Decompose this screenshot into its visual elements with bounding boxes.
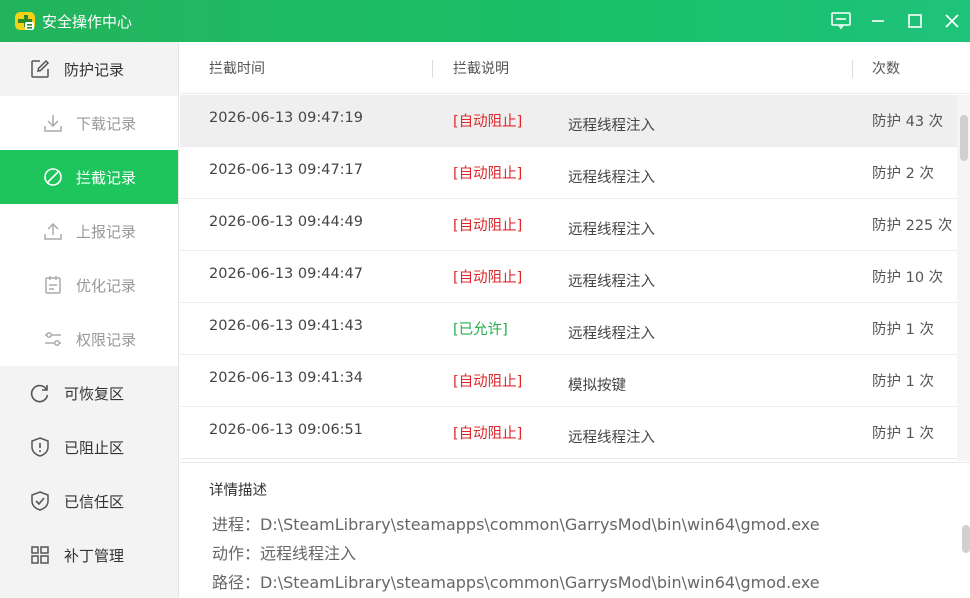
sidebar: 防护记录 下载记录 拦截记录 上报记录 优化记录 权限记录 可恢复区 已阻止区 … bbox=[0, 42, 179, 598]
row-status: [自动阻止] bbox=[453, 426, 523, 442]
row-status: [自动阻止] bbox=[453, 166, 523, 182]
window-title: 安全操作中心 bbox=[42, 12, 133, 31]
table-row[interactable]: 2026-06-13 09:47:17 [自动阻止] 远程线程注入 防护 2 次 bbox=[180, 147, 957, 199]
grid-icon bbox=[29, 544, 51, 566]
row-status: [自动阻止] bbox=[453, 374, 523, 390]
maximize-button[interactable] bbox=[896, 0, 933, 42]
sidebar-item-patches[interactable]: 补丁管理 bbox=[0, 528, 178, 582]
row-status: [已允许] bbox=[453, 322, 508, 338]
table-row[interactable]: 2026-06-13 09:47:19 [自动阻止] 远程线程注入 防护 43 … bbox=[180, 95, 957, 147]
title-bar: 安全操作中心 bbox=[0, 0, 970, 42]
row-time: 2026-06-13 09:44:47 bbox=[209, 266, 363, 282]
upload-icon bbox=[42, 220, 64, 242]
row-time: 2026-06-13 09:41:34 bbox=[209, 370, 363, 386]
detail-action: 动作：远程线程注入 bbox=[212, 544, 357, 563]
block-icon bbox=[42, 166, 64, 188]
detail-panel: 详情描述 进程：D:\SteamLibrary\steamapps\common… bbox=[180, 462, 970, 598]
sidebar-item-optimizations[interactable]: 优化记录 bbox=[0, 258, 178, 312]
list-scrollbar-thumb[interactable] bbox=[960, 115, 968, 161]
row-action: 远程线程注入 bbox=[568, 222, 655, 238]
row-count: 防护 1 次 bbox=[872, 374, 934, 390]
sidebar-item-label: 下载记录 bbox=[76, 114, 137, 133]
table-row[interactable]: 2026-06-13 09:41:43 [已允许] 远程线程注入 防护 1 次 bbox=[180, 303, 957, 355]
list-scrollbar[interactable] bbox=[957, 95, 970, 461]
column-header-desc[interactable]: 拦截说明 bbox=[453, 58, 509, 78]
detail-process: 进程：D:\SteamLibrary\steamapps\common\Garr… bbox=[212, 515, 820, 534]
row-time: 2026-06-13 09:06:51 bbox=[209, 422, 363, 438]
row-action: 模拟按键 bbox=[568, 378, 626, 394]
row-count: 防护 1 次 bbox=[872, 426, 934, 442]
sidebar-item-trusted[interactable]: 已信任区 bbox=[0, 474, 178, 528]
download-icon bbox=[42, 112, 64, 134]
intercept-list: 2026-06-13 09:47:19 [自动阻止] 远程线程注入 防护 43 … bbox=[180, 95, 957, 461]
detail-scrollbar-thumb[interactable] bbox=[962, 525, 970, 553]
column-header-time[interactable]: 拦截时间 bbox=[209, 58, 265, 78]
sidebar-item-intercepts[interactable]: 拦截记录 bbox=[0, 150, 178, 204]
close-icon bbox=[944, 14, 959, 28]
sidebar-item-downloads[interactable]: 下载记录 bbox=[0, 96, 178, 150]
sidebar-item-label: 防护记录 bbox=[64, 60, 125, 79]
row-action: 远程线程注入 bbox=[568, 326, 655, 342]
table-header: 拦截时间 拦截说明 次数 bbox=[180, 42, 970, 94]
shield-alert-icon bbox=[29, 436, 51, 458]
row-count: 防护 225 次 bbox=[872, 218, 953, 234]
row-status: [自动阻止] bbox=[453, 270, 523, 286]
row-action: 远程线程注入 bbox=[568, 274, 655, 290]
edit-icon bbox=[29, 58, 51, 80]
feedback-button[interactable] bbox=[822, 0, 859, 42]
row-time: 2026-06-13 09:47:17 bbox=[209, 162, 363, 178]
row-time: 2026-06-13 09:41:43 bbox=[209, 318, 363, 334]
minimize-button[interactable] bbox=[859, 0, 896, 42]
row-action: 远程线程注入 bbox=[568, 118, 655, 134]
sidebar-item-recoverable[interactable]: 可恢复区 bbox=[0, 366, 178, 420]
sidebar-item-permissions[interactable]: 权限记录 bbox=[0, 312, 178, 366]
column-header-count[interactable]: 次数 bbox=[872, 58, 900, 78]
sidebar-item-blocked[interactable]: 已阻止区 bbox=[0, 420, 178, 474]
sidebar-item-label: 可恢复区 bbox=[64, 384, 125, 403]
sidebar-item-label: 已信任区 bbox=[64, 492, 125, 511]
row-time: 2026-06-13 09:44:49 bbox=[209, 214, 363, 230]
app-logo-icon bbox=[14, 10, 36, 32]
sidebar-item-label: 补丁管理 bbox=[64, 546, 125, 565]
sidebar-item-protection-records[interactable]: 防护记录 bbox=[0, 42, 178, 96]
restore-icon bbox=[29, 382, 51, 404]
row-time: 2026-06-13 09:47:19 bbox=[209, 110, 363, 126]
sidebar-item-label: 上报记录 bbox=[76, 222, 137, 241]
row-action: 远程线程注入 bbox=[568, 430, 655, 446]
minimize-icon bbox=[871, 20, 884, 22]
sidebar-item-reports[interactable]: 上报记录 bbox=[0, 204, 178, 258]
sidebar-subnav: 下载记录 拦截记录 上报记录 优化记录 权限记录 bbox=[0, 96, 178, 366]
row-count: 防护 1 次 bbox=[872, 322, 934, 338]
row-count: 防护 10 次 bbox=[872, 270, 944, 286]
table-row[interactable]: 2026-06-13 09:41:34 [自动阻止] 模拟按键 防护 1 次 bbox=[180, 355, 957, 407]
sidebar-item-label: 已阻止区 bbox=[64, 438, 125, 457]
maximize-icon bbox=[907, 14, 922, 28]
table-row[interactable]: 2026-06-13 09:06:51 [自动阻止] 远程线程注入 防护 1 次 bbox=[180, 407, 957, 459]
detail-path: 路径：D:\SteamLibrary\steamapps\common\Garr… bbox=[212, 573, 820, 592]
table-row[interactable]: 2026-06-13 09:44:49 [自动阻止] 远程线程注入 防护 225… bbox=[180, 199, 957, 251]
row-action: 远程线程注入 bbox=[568, 170, 655, 186]
column-divider[interactable] bbox=[432, 60, 433, 78]
feedback-icon bbox=[830, 12, 851, 30]
sidebar-item-label: 权限记录 bbox=[76, 330, 137, 349]
shield-check-icon bbox=[29, 490, 51, 512]
table-row[interactable]: 2026-06-13 09:44:47 [自动阻止] 远程线程注入 防护 10 … bbox=[180, 251, 957, 303]
calendar-icon bbox=[42, 274, 64, 296]
row-count: 防护 43 次 bbox=[872, 114, 944, 130]
detail-title: 详情描述 bbox=[209, 483, 267, 499]
main-panel: 拦截时间 拦截说明 次数 2026-06-13 09:47:19 [自动阻止] … bbox=[180, 42, 970, 598]
sliders-icon bbox=[42, 328, 64, 350]
sidebar-item-label: 优化记录 bbox=[76, 276, 137, 295]
sidebar-item-label: 拦截记录 bbox=[76, 168, 137, 187]
row-status: [自动阻止] bbox=[453, 114, 523, 130]
row-count: 防护 2 次 bbox=[872, 166, 934, 182]
close-button[interactable] bbox=[933, 0, 970, 42]
column-divider[interactable] bbox=[852, 60, 853, 78]
row-status: [自动阻止] bbox=[453, 218, 523, 234]
